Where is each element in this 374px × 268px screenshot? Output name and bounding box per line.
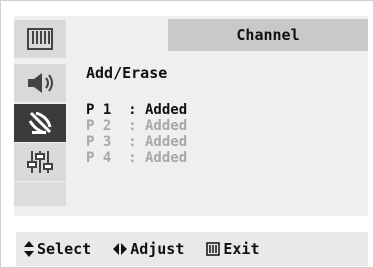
help-select: Select <box>24 240 91 258</box>
help-bar: Select Adjust Exit <box>16 232 368 266</box>
sidebar-item-channel[interactable] <box>14 104 66 142</box>
program-row-p3[interactable]: P 3 : Added <box>86 134 187 150</box>
channel-antenna-icon <box>28 111 52 135</box>
sound-icon <box>28 73 53 93</box>
submenu-title: Add/Erase <box>86 64 168 82</box>
help-exit: Exit <box>206 240 260 258</box>
left-right-arrow-icon <box>113 243 128 255</box>
menu-title: Channel <box>236 26 300 44</box>
menu-sidebar <box>14 16 66 206</box>
setup-sliders-icon <box>27 151 53 173</box>
menu-title-bar: Channel <box>168 19 368 51</box>
program-row-p2[interactable]: P 2 : Added <box>86 118 187 134</box>
help-adjust: Adjust <box>113 240 184 258</box>
help-exit-label: Exit <box>223 240 260 258</box>
sidebar-empty-slot <box>14 182 66 206</box>
sidebar-item-sound[interactable] <box>14 64 66 102</box>
sidebar-item-picture[interactable] <box>14 20 66 58</box>
program-list: P 1 : Added P 2 : Added P 3 : Added P 4 … <box>86 102 187 166</box>
sidebar-item-setup[interactable] <box>14 143 66 181</box>
menu-exit-icon <box>206 242 221 256</box>
up-down-arrow-icon <box>24 241 34 257</box>
help-adjust-label: Adjust <box>130 240 185 258</box>
program-row-p1[interactable]: P 1 : Added <box>86 102 187 118</box>
help-select-label: Select <box>37 240 92 258</box>
picture-icon <box>27 28 53 50</box>
program-row-p4[interactable]: P 4 : Added <box>86 150 187 166</box>
